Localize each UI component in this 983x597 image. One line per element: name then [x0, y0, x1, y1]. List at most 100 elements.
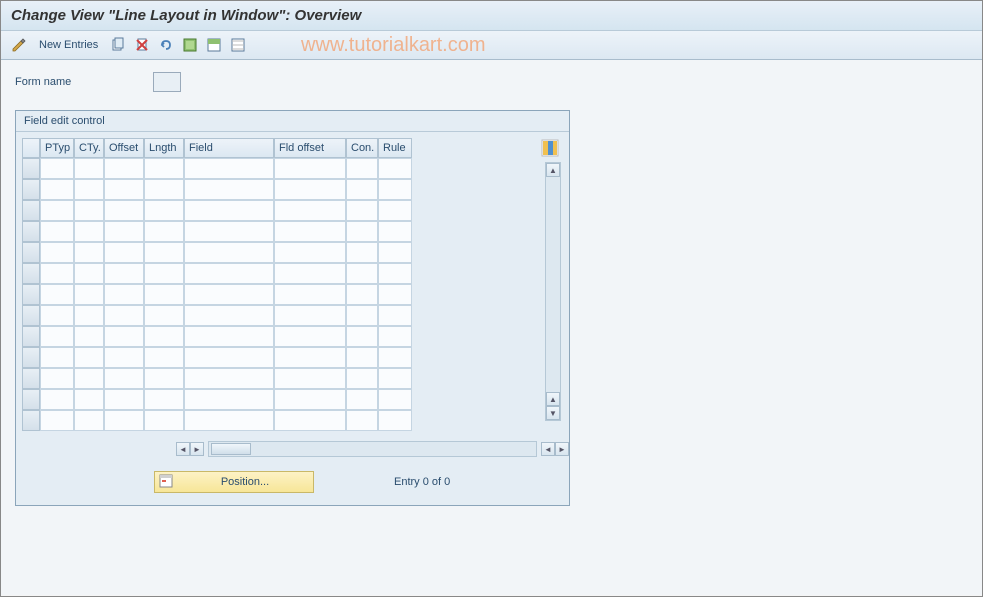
undo-icon[interactable]: [156, 35, 176, 55]
select-all-icon[interactable]: [180, 35, 200, 55]
scroll-left-icon[interactable]: ◄: [176, 442, 190, 456]
grid-cell[interactable]: [346, 389, 378, 410]
copy-icon[interactable]: [108, 35, 128, 55]
grid-cell[interactable]: [346, 326, 378, 347]
row-selector[interactable]: [22, 305, 40, 326]
grid-cell[interactable]: [346, 410, 378, 431]
grid-cell[interactable]: [346, 305, 378, 326]
grid-cell[interactable]: [184, 263, 274, 284]
grid-cell[interactable]: [346, 284, 378, 305]
row-selector[interactable]: [22, 284, 40, 305]
grid-cell[interactable]: [74, 305, 104, 326]
scroll-right-icon[interactable]: ►: [190, 442, 204, 456]
form-name-input[interactable]: [153, 72, 181, 92]
horizontal-scrollbar[interactable]: [208, 441, 537, 457]
grid-cell[interactable]: [144, 389, 184, 410]
delete-icon[interactable]: [132, 35, 152, 55]
grid-cell[interactable]: [144, 158, 184, 179]
grid-cell[interactable]: [40, 158, 74, 179]
grid-cell[interactable]: [184, 242, 274, 263]
grid-cell[interactable]: [40, 326, 74, 347]
grid-cell[interactable]: [104, 242, 144, 263]
grid-cell[interactable]: [104, 368, 144, 389]
table-settings-icon[interactable]: [541, 139, 561, 159]
grid-cell[interactable]: [378, 368, 412, 389]
grid-cell[interactable]: [184, 200, 274, 221]
column-header-field[interactable]: Field: [184, 138, 274, 158]
scroll-up-icon[interactable]: ▲: [546, 163, 560, 177]
grid-cell[interactable]: [74, 347, 104, 368]
grid-cell[interactable]: [274, 326, 346, 347]
grid-cell[interactable]: [144, 284, 184, 305]
hscroll-thumb[interactable]: [211, 443, 251, 455]
grid-cell[interactable]: [378, 263, 412, 284]
grid-cell[interactable]: [378, 284, 412, 305]
grid-cell[interactable]: [346, 179, 378, 200]
row-selector[interactable]: [22, 158, 40, 179]
grid-cell[interactable]: [274, 305, 346, 326]
grid-cell[interactable]: [40, 263, 74, 284]
grid-cell[interactable]: [74, 263, 104, 284]
grid-cell[interactable]: [274, 221, 346, 242]
grid-cell[interactable]: [74, 368, 104, 389]
column-header-ptyp[interactable]: PTyp: [40, 138, 74, 158]
grid-cell[interactable]: [378, 200, 412, 221]
grid-cell[interactable]: [184, 305, 274, 326]
row-selector[interactable]: [22, 179, 40, 200]
grid-cell[interactable]: [40, 305, 74, 326]
grid-cell[interactable]: [184, 221, 274, 242]
grid-cell[interactable]: [74, 326, 104, 347]
row-selector[interactable]: [22, 200, 40, 221]
grid-cell[interactable]: [104, 179, 144, 200]
grid-cell[interactable]: [74, 179, 104, 200]
grid-cell[interactable]: [378, 158, 412, 179]
grid-cell[interactable]: [378, 347, 412, 368]
grid-cell[interactable]: [274, 200, 346, 221]
grid-cell[interactable]: [104, 410, 144, 431]
grid-cell[interactable]: [144, 242, 184, 263]
grid-cell[interactable]: [144, 326, 184, 347]
grid-cell[interactable]: [346, 158, 378, 179]
grid-cell[interactable]: [104, 326, 144, 347]
scroll-right-end-icon[interactable]: ►: [555, 442, 569, 456]
grid-cell[interactable]: [144, 368, 184, 389]
grid-cell[interactable]: [40, 284, 74, 305]
grid-cell[interactable]: [74, 158, 104, 179]
grid-cell[interactable]: [184, 389, 274, 410]
grid-cell[interactable]: [104, 263, 144, 284]
grid-cell[interactable]: [274, 242, 346, 263]
grid-cell[interactable]: [274, 368, 346, 389]
vertical-scrollbar[interactable]: ▲ ▲ ▼: [545, 162, 561, 421]
grid-cell[interactable]: [40, 389, 74, 410]
grid-cell[interactable]: [144, 221, 184, 242]
grid-cell[interactable]: [346, 263, 378, 284]
grid-cell[interactable]: [274, 284, 346, 305]
grid-cell[interactable]: [184, 179, 274, 200]
grid-cell[interactable]: [104, 158, 144, 179]
grid-cell[interactable]: [378, 221, 412, 242]
grid-cell[interactable]: [184, 158, 274, 179]
scroll-down-icon[interactable]: ▼: [546, 406, 560, 420]
grid-cell[interactable]: [184, 326, 274, 347]
grid-cell[interactable]: [104, 389, 144, 410]
grid-cell[interactable]: [346, 347, 378, 368]
grid-cell[interactable]: [40, 410, 74, 431]
grid-cell[interactable]: [74, 200, 104, 221]
column-header-offset[interactable]: Offset: [104, 138, 144, 158]
column-header-rule[interactable]: Rule: [378, 138, 412, 158]
grid-cell[interactable]: [378, 326, 412, 347]
grid-cell[interactable]: [184, 347, 274, 368]
toggle-display-change-icon[interactable]: [9, 35, 29, 55]
grid-cell[interactable]: [40, 200, 74, 221]
grid-cell[interactable]: [40, 368, 74, 389]
grid-cell[interactable]: [104, 221, 144, 242]
grid-cell[interactable]: [144, 410, 184, 431]
grid-cell[interactable]: [74, 284, 104, 305]
row-selector[interactable]: [22, 347, 40, 368]
grid-cell[interactable]: [104, 305, 144, 326]
grid-cell[interactable]: [40, 347, 74, 368]
grid-cell[interactable]: [378, 410, 412, 431]
select-block-icon[interactable]: [204, 35, 224, 55]
grid-cell[interactable]: [74, 389, 104, 410]
grid-cell[interactable]: [274, 389, 346, 410]
